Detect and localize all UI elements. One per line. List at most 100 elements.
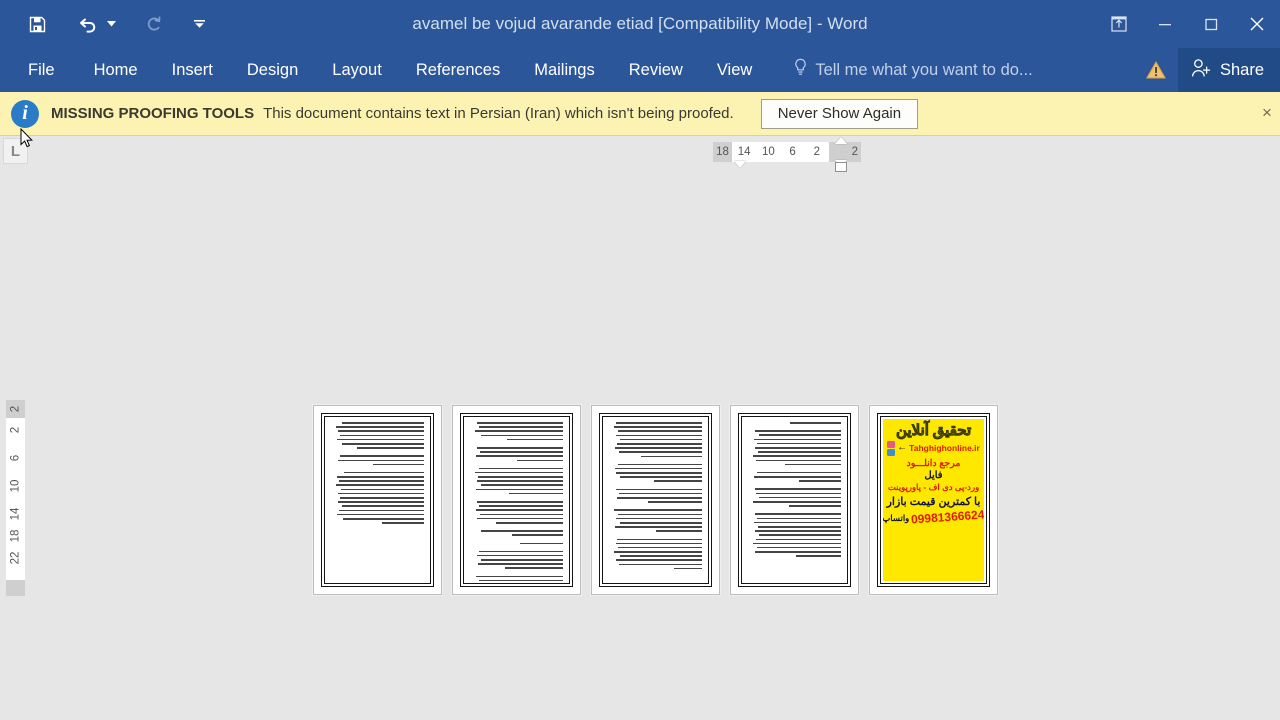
tell-me-search[interactable]: Tell me what you want to do... [793, 58, 1033, 82]
text-line [752, 455, 841, 457]
page-thumbnail-3[interactable] [591, 405, 720, 595]
close-icon[interactable] [1234, 0, 1280, 48]
text-line [475, 455, 563, 457]
page-border-outer-3 [599, 413, 712, 587]
page-thumbnail-2[interactable] [452, 405, 581, 595]
paragraph [470, 422, 563, 443]
notification-bar: i MISSING PROOFING TOOLS This document c… [0, 92, 1280, 136]
tab-mailings[interactable]: Mailings [517, 48, 612, 92]
info-icon: i [11, 99, 39, 128]
text-line [474, 430, 563, 432]
notification-close-icon[interactable]: × [1262, 100, 1280, 126]
tab-home[interactable]: Home [77, 48, 155, 92]
redo-icon [140, 9, 170, 39]
page-border-outer-1 [321, 413, 434, 587]
tab-design[interactable]: Design [230, 48, 315, 92]
text-line [615, 488, 702, 491]
text-line [496, 521, 563, 524]
text-line [477, 446, 563, 449]
first-line-indent-marker[interactable] [835, 137, 847, 144]
v-ruler-num-2b: 2 [9, 426, 22, 434]
warning-icon[interactable] [1134, 48, 1178, 92]
tab-layout[interactable]: Layout [315, 48, 399, 92]
text-line [753, 438, 841, 441]
text-line [799, 480, 841, 482]
text-line [613, 426, 702, 428]
paragraph [331, 471, 424, 526]
tab-review[interactable]: Review [612, 48, 700, 92]
text-line [757, 546, 841, 549]
save-icon[interactable] [22, 9, 52, 39]
v-ruler-num-18: 18 [9, 529, 22, 543]
tab-stop-left-icon: L [10, 142, 21, 160]
text-line [616, 517, 702, 520]
v-ruler-num-10: 10 [9, 479, 22, 493]
customize-qat-chevron-down-icon[interactable] [192, 9, 206, 39]
page-thumbnail-4[interactable] [730, 405, 859, 595]
tab-view[interactable]: View [700, 48, 769, 92]
paragraph [470, 446, 563, 464]
horizontal-ruler[interactable]: 18 14 10 6 2 2 [713, 137, 861, 172]
paragraph [470, 550, 563, 572]
text-line [620, 521, 702, 524]
v-ruler-num-22: 22 [9, 551, 22, 565]
text-line [475, 575, 563, 578]
text-line [754, 488, 841, 491]
ribbon-options-icon[interactable] [1096, 0, 1142, 48]
ad-chip-telegram-icon [887, 448, 896, 456]
right-indent-marker[interactable] [835, 162, 847, 172]
text-line [475, 509, 563, 511]
paragraph [748, 488, 841, 509]
text-line [481, 530, 563, 532]
share-person-icon [1190, 58, 1212, 83]
text-line [476, 480, 563, 482]
tab-insert[interactable]: Insert [155, 48, 230, 92]
text-line [336, 476, 424, 478]
tab-stop-selector[interactable]: L [3, 138, 28, 164]
tab-file[interactable]: File [0, 48, 77, 92]
text-line [479, 426, 563, 428]
text-line [357, 447, 424, 449]
text-line [618, 513, 702, 516]
text-line [755, 551, 841, 553]
paragraph [470, 501, 563, 526]
text-line [342, 422, 424, 424]
never-show-again-button[interactable]: Never Show Again [760, 98, 919, 129]
advertisement-banner: تحقیق آنلاین ← Tahghighonline.ir مرجع دا… [883, 419, 984, 581]
document-canvas[interactable]: تحقیق آنلاین ← Tahghighonline.ir مرجع دا… [313, 405, 998, 595]
text-line [339, 480, 424, 482]
vertical-ruler[interactable]: 2 2 6 10 14 18 22 [6, 400, 25, 596]
text-line [507, 438, 563, 441]
text-line [479, 505, 563, 507]
tab-references[interactable]: References [399, 48, 517, 92]
text-line [480, 513, 563, 516]
text-line [619, 492, 702, 495]
ad-line-file: فایل [924, 469, 943, 481]
text-line [653, 480, 702, 483]
undo-dropdown-chevron-down-icon[interactable] [104, 9, 118, 39]
undo-icon[interactable] [74, 9, 104, 39]
text-line [674, 567, 702, 570]
text-line [753, 521, 841, 524]
share-button[interactable]: Share [1177, 48, 1280, 92]
text-line [382, 522, 424, 524]
paragraph [331, 455, 424, 468]
text-line [656, 530, 702, 532]
page-thumbnail-1[interactable] [313, 405, 442, 595]
restore-icon[interactable] [1188, 0, 1234, 48]
text-line [796, 555, 841, 557]
left-indent-marker[interactable] [734, 161, 746, 168]
page-content-5: تحقیق آنلاین ← Tahghighonline.ir مرجع دا… [880, 416, 987, 584]
ribbon-right-group: Share [1134, 48, 1280, 92]
text-line [759, 434, 841, 436]
h-ruler-num-10: 10 [761, 146, 775, 158]
minimize-icon[interactable] [1142, 0, 1188, 48]
text-line [342, 505, 424, 507]
text-line [336, 438, 424, 441]
text-line [614, 467, 702, 470]
text-line [619, 451, 702, 453]
page-thumbnail-5[interactable]: تحقیق آنلاین ← Tahghighonline.ir مرجع دا… [869, 405, 998, 595]
ad-url-row: ← Tahghighonline.ir [886, 440, 981, 456]
text-line [516, 459, 563, 462]
text-line [619, 563, 702, 566]
